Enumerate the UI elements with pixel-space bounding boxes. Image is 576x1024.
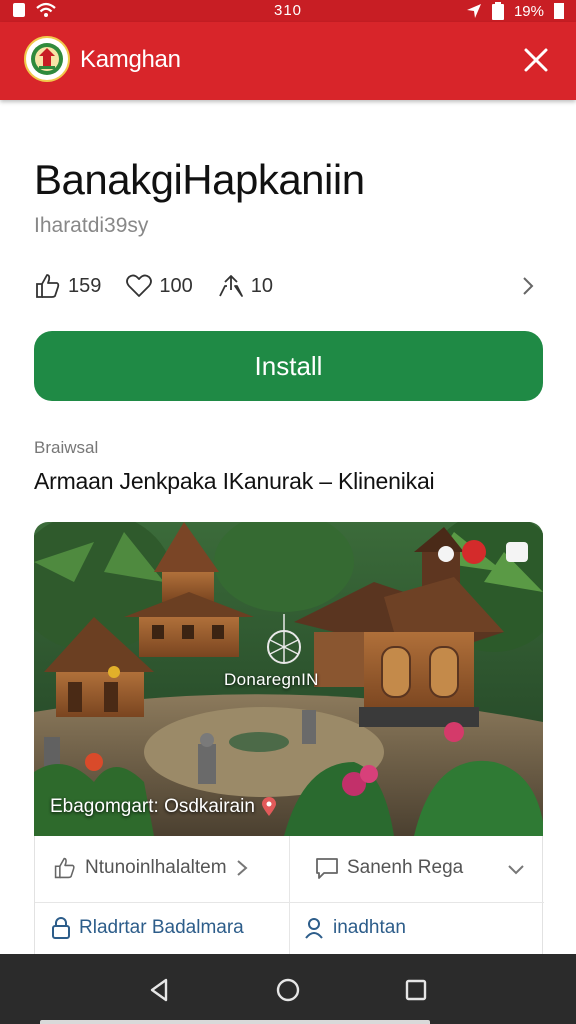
hero-caption: Ebagomgart: Osdkairain <box>50 796 277 818</box>
info-divider-vertical <box>289 836 290 966</box>
thumbs-up-icon <box>54 857 75 879</box>
battery-percent: 19% <box>513 2 544 20</box>
info-cell-rating[interactable]: Ntunoinlhalaltem <box>53 856 249 880</box>
battery-icon <box>491 2 504 20</box>
likes-count: 159 <box>68 274 102 297</box>
info-cell-reviews[interactable]: Sanenh Rega <box>315 856 463 880</box>
share-icon <box>218 275 243 297</box>
hero-caption-text: Ebagomgart: Osdkairain <box>50 796 255 817</box>
section-label: Braiwsal <box>34 438 99 457</box>
app-title: BanakgiHapkaniin <box>34 156 365 203</box>
location-pin-icon <box>261 797 276 816</box>
info-cell-rating-label: Ntunoinlhalaltem <box>85 857 227 878</box>
nav-handle <box>40 1020 430 1024</box>
thumbs-up-icon <box>36 274 60 298</box>
person-icon <box>305 918 323 939</box>
install-button[interactable]: Install <box>34 331 543 401</box>
info-cell-reviews-label: Sanenh Rega <box>347 857 464 878</box>
shares-stat[interactable]: 10 <box>217 272 273 300</box>
status-right-icons: 19% <box>466 2 564 20</box>
back-icon[interactable] <box>144 974 176 1006</box>
favorites-count: 100 <box>159 274 193 297</box>
system-nav-bar <box>0 954 576 1024</box>
chevron-down-icon[interactable] <box>506 862 526 878</box>
lock-icon <box>52 917 70 939</box>
stats-row: 159 100 10 <box>34 270 542 302</box>
app-bar: Kamghan <box>0 22 576 100</box>
likes-stat[interactable]: 159 <box>34 272 101 300</box>
location-icon <box>466 4 481 18</box>
info-divider-horizontal <box>35 902 544 903</box>
hero-image[interactable]: DonaregnIN Ebagomgart: Osdkairain <box>34 522 543 836</box>
info-cell-developer[interactable]: inadhtan <box>303 916 406 940</box>
app-subtitle: Iharatdi39sy <box>34 214 149 237</box>
info-cell-developer-label: inadhtan <box>333 917 406 938</box>
signal-icon <box>554 3 564 19</box>
chevron-right-icon[interactable] <box>518 272 538 300</box>
info-cell-security[interactable]: Rladrtar Badalmara <box>51 916 244 940</box>
info-card: Ntunoinlhalaltem Sanenh Rega Rladrtar Ba… <box>34 836 544 966</box>
recents-icon[interactable] <box>400 974 432 1006</box>
emblem-icon <box>24 36 70 82</box>
hero-title: DonaregnIN <box>224 670 319 689</box>
app-screen: 310 19% Kamghan BanakgiHapkaniin Iharatd… <box>0 0 576 1024</box>
info-cell-security-label: Rladrtar Badalmara <box>79 917 244 938</box>
home-icon[interactable] <box>272 974 304 1006</box>
shares-count: 10 <box>250 274 273 297</box>
chevron-right-icon <box>236 860 248 876</box>
chat-icon <box>316 858 338 879</box>
section-title: Armaan Jenkpaka IKanurak – Klinenikai <box>34 468 435 494</box>
app-bar-title: Kamghan <box>80 46 181 73</box>
favorites-stat[interactable]: 100 <box>125 272 193 300</box>
status-bar: 310 19% <box>0 0 576 22</box>
close-icon[interactable] <box>522 46 550 74</box>
heart-icon <box>126 274 153 297</box>
